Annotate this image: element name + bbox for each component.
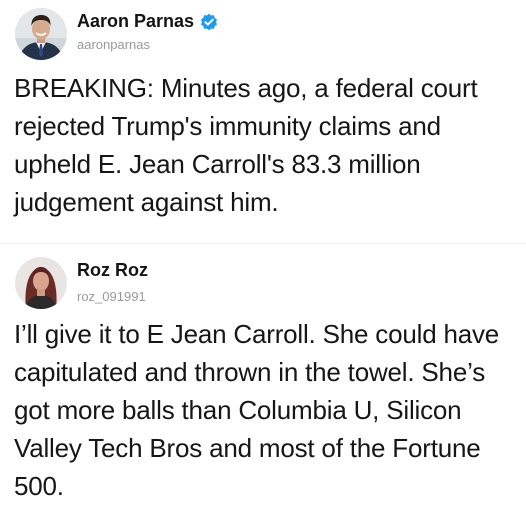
avatar[interactable]: [15, 257, 67, 309]
author-handle[interactable]: aaronparnas: [77, 37, 150, 52]
author-display-name[interactable]: Aaron Parnas: [77, 11, 194, 32]
post-text: I’ll give it to E Jean Carroll. She coul…: [14, 319, 500, 501]
verified-badge-icon: [199, 12, 219, 32]
author-handle[interactable]: roz_091991: [77, 289, 146, 304]
author-name-row: Aaron Parnas: [77, 11, 219, 32]
author-display-name[interactable]: Roz Roz: [77, 260, 148, 281]
post-divider: [0, 243, 526, 244]
person-photo-icon: [15, 8, 67, 60]
avatar[interactable]: [15, 8, 67, 60]
person-photo-icon: [15, 257, 67, 309]
author-name-row: Roz Roz: [77, 260, 148, 281]
post-aaron-parnas[interactable]: Aaron Parnas aaronparnas BREAKING: Minut…: [0, 0, 526, 240]
post-roz-roz[interactable]: Roz Roz roz_091991 I’ll give it to E Jea…: [0, 252, 526, 526]
post-text: BREAKING: Minutes ago, a federal court r…: [14, 73, 478, 217]
